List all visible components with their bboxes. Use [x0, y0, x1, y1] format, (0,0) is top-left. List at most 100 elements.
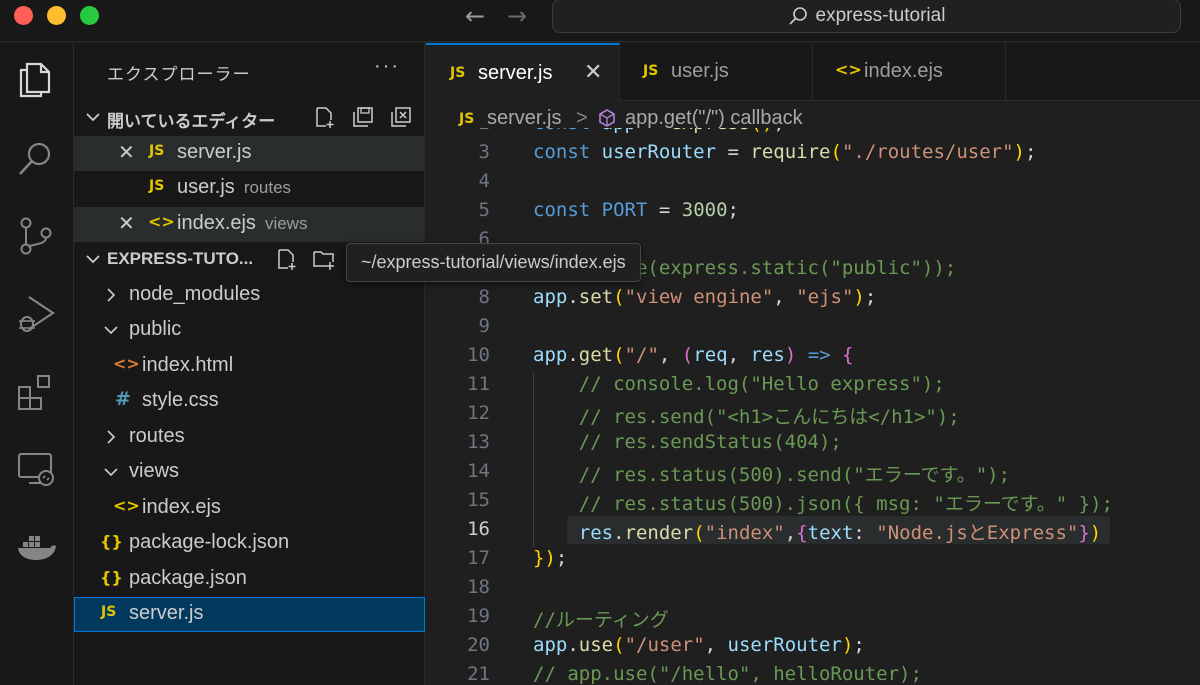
- chevron-right-icon: [107, 430, 116, 444]
- code-line: res.render("index",{text: "Node.jsとExpre…: [578, 522, 1102, 544]
- line-number: 10: [467, 344, 490, 366]
- code-line: //ルーティング: [533, 609, 669, 631]
- breadcrumb-file[interactable]: server.js: [487, 107, 561, 130]
- maximize-window-button[interactable]: [80, 6, 99, 25]
- tree-file-index-ejs[interactable]: <> index.ejs: [74, 491, 425, 526]
- tab-index-ejs[interactable]: <> index.ejs: [813, 43, 1006, 101]
- activity-bar: [0, 43, 74, 685]
- title-bar: ← → express-tutorial: [0, 0, 1200, 42]
- html-file-icon: <>: [113, 354, 140, 373]
- tree-label: node_modules: [129, 283, 261, 305]
- chevron-down-icon: [86, 113, 100, 122]
- line-number: 13: [467, 431, 490, 453]
- tab-user-js[interactable]: JS user.js: [620, 43, 813, 101]
- line-number: 14: [467, 460, 490, 482]
- breadcrumb-symbol[interactable]: app.get("/") callback: [625, 107, 803, 130]
- indent-guide: [533, 373, 534, 547]
- tree-file-package-lock-json[interactable]: {} package-lock.json: [74, 526, 425, 561]
- json-file-icon: {}: [100, 532, 123, 551]
- command-center-search[interactable]: express-tutorial: [552, 0, 1181, 33]
- chevron-down-icon: [104, 468, 118, 477]
- open-editor-description: routes: [243, 178, 292, 197]
- tree-folder-node-modules[interactable]: node_modules: [74, 278, 425, 313]
- tree-label: server.js: [129, 602, 204, 624]
- open-editor-server-js[interactable]: ✕ JS server.js: [74, 136, 425, 171]
- js-file-icon: JS: [149, 178, 165, 194]
- tree-folder-public[interactable]: public: [74, 313, 425, 348]
- search-icon[interactable]: [15, 138, 57, 180]
- close-all-icon[interactable]: [390, 106, 412, 128]
- line-number: 8: [478, 286, 490, 308]
- code-line: const userRouter = require("./routes/use…: [533, 141, 1037, 163]
- line-number: 17: [467, 547, 490, 569]
- search-text: express-tutorial: [815, 5, 946, 26]
- back-arrow-icon[interactable]: ←: [465, 2, 485, 30]
- line-number: 15: [467, 489, 490, 511]
- open-editor-label: server.js: [177, 141, 252, 163]
- minimize-window-button[interactable]: [47, 6, 66, 25]
- code-line: app.get("/", (req, res) => {: [533, 344, 854, 366]
- js-file-icon: JS: [101, 604, 117, 620]
- open-editor-index-ejs[interactable]: ✕ <> index.ejs views: [74, 207, 425, 242]
- line-number: 20: [467, 634, 490, 656]
- line-number: 21: [467, 663, 490, 685]
- run-debug-icon[interactable]: [15, 293, 57, 335]
- open-editor-label-wrap: user.js routes: [177, 176, 291, 199]
- tree-label: views: [129, 460, 180, 482]
- js-file-icon: JS: [450, 65, 466, 81]
- extensions-icon[interactable]: [15, 371, 57, 413]
- remote-explorer-icon[interactable]: [15, 448, 57, 490]
- more-actions-button[interactable]: ···: [374, 55, 400, 78]
- new-untitled-file-icon[interactable]: [313, 106, 335, 128]
- tree-folder-views[interactable]: views: [74, 455, 425, 490]
- explorer-sidebar: エクスプローラー ··· 開いているエディター ✕ JS server.js J…: [74, 43, 425, 685]
- line-number: 19: [467, 605, 490, 627]
- tree-file-package-json[interactable]: {} package.json: [74, 562, 425, 597]
- open-editor-label-wrap: index.ejs views: [177, 212, 307, 235]
- tab-label: server.js: [478, 62, 553, 84]
- tab-label: index.ejs: [864, 60, 943, 82]
- code-line: // app.use("/hello", helloRouter);: [533, 663, 922, 685]
- close-window-button[interactable]: [14, 6, 33, 25]
- close-icon[interactable]: ✕: [584, 60, 602, 85]
- explorer-title: エクスプローラー: [107, 65, 251, 84]
- line-number: 3: [478, 141, 490, 163]
- ejs-file-icon: <>: [148, 212, 175, 231]
- new-folder-icon[interactable]: [313, 248, 335, 270]
- docker-icon[interactable]: [15, 526, 57, 568]
- tree-label: package-lock.json: [129, 531, 290, 553]
- open-editor-label: index.ejs: [177, 212, 256, 234]
- tree-file-index-html[interactable]: <> index.html: [74, 349, 425, 384]
- code-editor[interactable]: 2 const app = express(); 3 const userRouter…: [426, 128, 1200, 685]
- close-icon[interactable]: ✕: [118, 140, 135, 164]
- explorer-icon[interactable]: [15, 58, 57, 100]
- ejs-file-icon: <>: [835, 60, 862, 79]
- ejs-file-icon: <>: [113, 496, 140, 515]
- code-line: // res.status(500).json({ msg: "エラーです。" …: [578, 493, 1113, 515]
- line-number: 2: [426, 128, 490, 134]
- code-line: const PORT = 3000;: [533, 199, 739, 221]
- editor-tab-bar: JS server.js ✕ JS user.js <> index.ejs: [426, 43, 1200, 101]
- forward-arrow-icon[interactable]: →: [507, 2, 527, 30]
- tree-file-style-css[interactable]: # style.css: [74, 384, 425, 419]
- tree-label: style.css: [142, 389, 219, 411]
- tree-file-server-js[interactable]: JS server.js: [74, 597, 425, 632]
- code-line: // res.status(500).send("エラーです。");: [578, 464, 1011, 486]
- new-file-icon[interactable]: [275, 248, 297, 270]
- code-line: app.set("view engine", "ejs");: [533, 286, 877, 308]
- tree-folder-routes[interactable]: routes: [74, 420, 425, 455]
- tree-label: index.html: [142, 354, 234, 376]
- css-file-icon: #: [115, 388, 131, 410]
- open-editors-header[interactable]: 開いているエディター: [74, 100, 425, 134]
- open-editor-description: views: [264, 214, 308, 233]
- save-all-icon[interactable]: [352, 106, 374, 128]
- tree-label: routes: [129, 425, 185, 447]
- tab-server-js[interactable]: JS server.js ✕: [426, 43, 620, 101]
- path-tooltip: ~/express-tutorial/views/index.ejs: [346, 243, 641, 282]
- close-icon[interactable]: ✕: [118, 211, 135, 235]
- chevron-down-icon: [104, 326, 118, 335]
- source-control-icon[interactable]: [15, 215, 57, 257]
- tab-label: user.js: [671, 60, 729, 82]
- open-editor-user-js[interactable]: JS user.js routes: [74, 171, 425, 206]
- line-number: 4: [478, 170, 490, 192]
